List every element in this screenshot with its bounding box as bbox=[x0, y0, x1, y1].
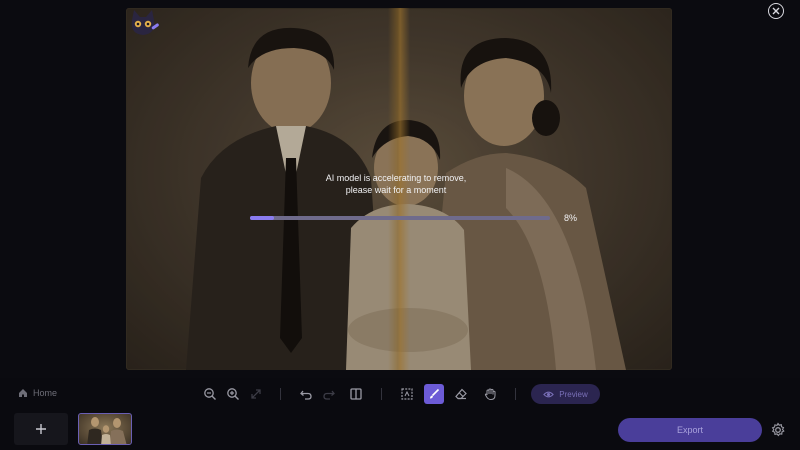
brush-tool-button[interactable] bbox=[424, 384, 444, 404]
gear-icon[interactable] bbox=[770, 422, 786, 438]
processing-message-line-1: AI model is accelerating to remove, bbox=[325, 173, 467, 183]
toolbar-divider bbox=[381, 388, 382, 400]
eraser-icon bbox=[455, 388, 467, 400]
home-icon bbox=[19, 389, 27, 397]
hand-tool-button[interactable] bbox=[480, 384, 500, 404]
auto-detect-button[interactable] bbox=[397, 384, 417, 404]
expand-icon bbox=[251, 389, 261, 399]
redo-icon bbox=[323, 390, 335, 400]
thumbnail-family-portrait bbox=[87, 417, 127, 444]
hand-icon bbox=[484, 388, 496, 401]
export-label: Export bbox=[676, 425, 703, 435]
canvas-area: AI model is accelerating to remove, plea… bbox=[0, 0, 800, 378]
processing-message: AI model is accelerating to remove, plea… bbox=[296, 172, 496, 196]
processing-message-line-2: please wait for a moment bbox=[345, 185, 447, 195]
progress-bar-fill bbox=[250, 216, 274, 220]
home-label: Home bbox=[33, 388, 58, 398]
export-button[interactable]: Export bbox=[618, 418, 762, 442]
preview-button[interactable]: Preview bbox=[531, 384, 600, 404]
redo-button[interactable] bbox=[319, 384, 339, 404]
zoom-in-icon bbox=[227, 388, 239, 400]
add-image-button[interactable] bbox=[14, 413, 68, 445]
eraser-tool-button[interactable] bbox=[451, 384, 471, 404]
image-thumbnail[interactable] bbox=[78, 413, 132, 445]
progress-bar bbox=[250, 216, 550, 220]
zoom-out-icon bbox=[204, 388, 216, 400]
toolbar-divider bbox=[515, 388, 516, 400]
close-icon bbox=[772, 7, 780, 15]
toolbar-divider bbox=[280, 388, 281, 400]
undo-button[interactable] bbox=[296, 384, 316, 404]
progress-percent: 8% bbox=[564, 213, 578, 223]
eye-icon bbox=[543, 391, 555, 397]
cat-mascot-icon bbox=[131, 10, 159, 35]
editor-toolbar: Home Preview bbox=[0, 380, 800, 408]
compare-button[interactable] bbox=[346, 384, 366, 404]
photo-preview[interactable]: AI model is accelerating to remove, plea… bbox=[126, 8, 672, 370]
zoom-out-button[interactable] bbox=[200, 384, 220, 404]
brush-icon bbox=[430, 388, 440, 399]
expand-button[interactable] bbox=[246, 384, 266, 404]
plus-icon bbox=[36, 424, 46, 434]
close-button[interactable] bbox=[768, 3, 784, 19]
auto-detect-icon bbox=[401, 388, 413, 400]
zoom-in-button[interactable] bbox=[223, 384, 243, 404]
undo-icon bbox=[300, 390, 312, 400]
home-link[interactable]: Home bbox=[18, 388, 57, 398]
compare-icon bbox=[350, 388, 362, 400]
preview-label: Preview bbox=[559, 389, 588, 399]
